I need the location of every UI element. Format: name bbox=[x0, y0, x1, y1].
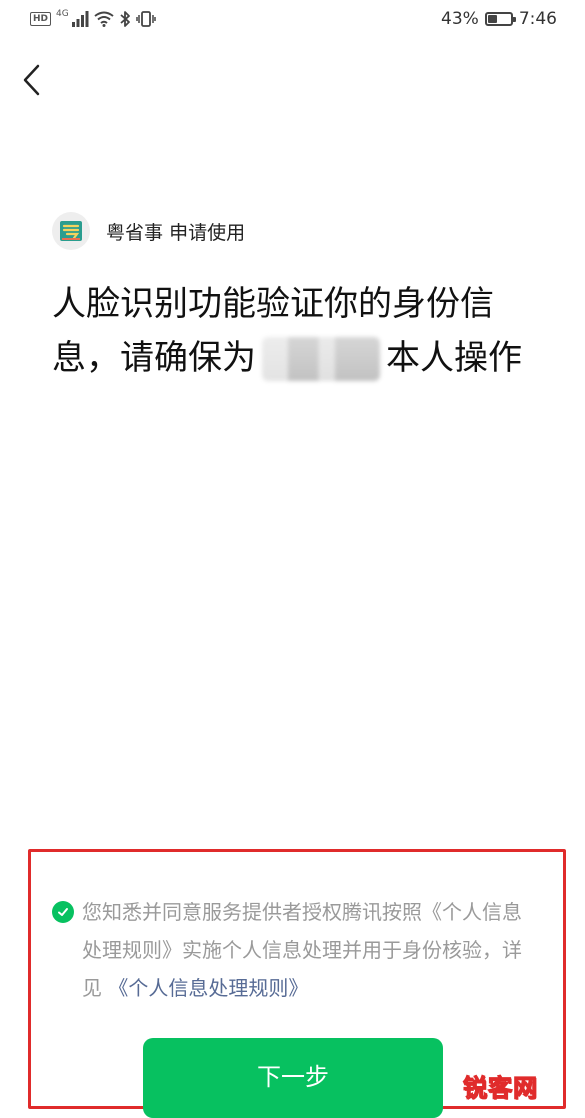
message-after-name: 本人操作 bbox=[386, 338, 522, 378]
request-text: 申请使用 bbox=[169, 221, 246, 244]
hd-badge: HD bbox=[30, 12, 52, 26]
consent-text: 您知悉并同意服务提供者授权腾讯按照《个人信息处理规则》实施个人信息处理并用于身份… bbox=[82, 893, 522, 1007]
consent-section: 您知悉并同意服务提供者授权腾讯按照《个人信息处理规则》实施个人信息处理并用于身份… bbox=[52, 893, 522, 1007]
network-type: 4G bbox=[56, 9, 69, 19]
vibrate-icon bbox=[135, 11, 156, 27]
clock: 7:46 bbox=[518, 9, 557, 29]
redacted-name bbox=[262, 337, 380, 381]
wifi-icon bbox=[94, 11, 114, 27]
yueshengshi-logo-icon bbox=[60, 221, 82, 241]
battery-fill bbox=[487, 15, 498, 23]
status-bar: HD 4G 43% 7:46 bbox=[0, 0, 585, 42]
bluetooth-icon bbox=[120, 11, 130, 27]
site-watermark: 锐客网 bbox=[463, 1074, 538, 1103]
status-left: HD 4G bbox=[30, 9, 156, 28]
signal-icon bbox=[71, 11, 89, 27]
check-icon bbox=[58, 908, 68, 916]
privacy-rules-link[interactable]: 《个人信息处理规则》 bbox=[108, 976, 308, 1000]
status-right: 43% 7:46 bbox=[441, 9, 557, 29]
battery-icon bbox=[484, 12, 516, 26]
back-button[interactable] bbox=[14, 58, 54, 102]
app-request-title: 粤省事 申请使用 bbox=[106, 218, 245, 245]
app-name: 粤省事 bbox=[106, 221, 164, 244]
consent-checkbox[interactable] bbox=[52, 901, 74, 923]
app-header: 粤省事 申请使用 bbox=[52, 212, 245, 250]
face-verification-message: 人脸识别功能验证你的身份信息，请确保为 本人操作 bbox=[52, 277, 532, 385]
battery-percent: 43% bbox=[441, 9, 479, 29]
chevron-left-icon bbox=[23, 64, 40, 96]
next-step-button[interactable]: 下一步 bbox=[143, 1038, 443, 1118]
app-logo bbox=[52, 212, 90, 250]
